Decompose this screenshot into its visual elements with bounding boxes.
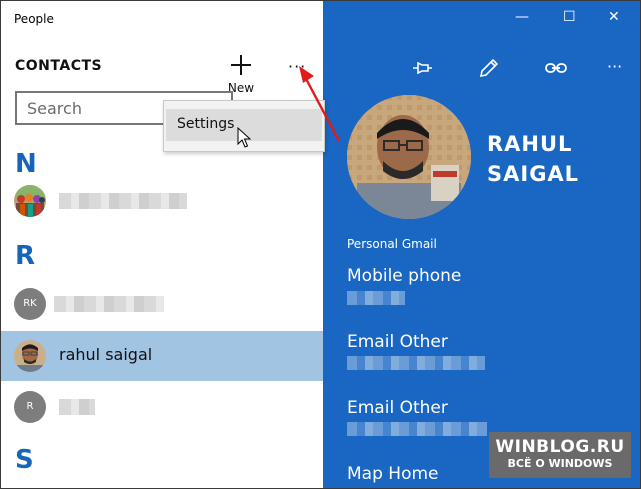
- contact-row[interactable]: R: [1, 382, 323, 432]
- pin-icon[interactable]: [410, 56, 434, 80]
- close-button[interactable]: ✕: [608, 9, 620, 25]
- maximize-button[interactable]: ☐: [563, 9, 576, 25]
- account-source: Personal Gmail: [347, 237, 437, 251]
- contact-avatar: R: [14, 391, 46, 423]
- profile-name: RAHUL SAIGAL: [487, 132, 580, 186]
- field-label-map-home: Map Home: [347, 464, 439, 484]
- more-actions-button[interactable]: ···: [607, 57, 622, 76]
- people-app-window: People CONTACTS New ··· N: [0, 0, 641, 489]
- contact-detail-pane: — ☐ ✕ ··· RAHUL SAIGAL Personal Gmail Mo…: [323, 1, 640, 488]
- group-letter-r[interactable]: R: [15, 241, 35, 271]
- contact-row[interactable]: RK: [1, 279, 323, 329]
- group-letter-s[interactable]: S: [15, 445, 34, 475]
- minimize-button[interactable]: —: [515, 9, 529, 25]
- edit-icon[interactable]: [477, 56, 501, 80]
- field-label-email-other: Email Other: [347, 332, 448, 352]
- redacted-contact-name: [59, 399, 95, 415]
- redacted-field-value[interactable]: [347, 291, 405, 305]
- contacts-pane: People CONTACTS New ··· N: [1, 1, 323, 488]
- redacted-contact-name: [59, 193, 187, 209]
- plus-icon: [231, 55, 251, 75]
- mouse-cursor-icon: [237, 127, 251, 148]
- contacts-header: CONTACTS: [15, 58, 103, 74]
- contact-name: rahul saigal: [59, 345, 153, 364]
- contact-avatar: [14, 340, 46, 372]
- contact-row-selected[interactable]: rahul saigal: [1, 331, 323, 381]
- field-label-email-other: Email Other: [347, 398, 448, 418]
- link-icon[interactable]: [544, 56, 568, 80]
- group-letter-n[interactable]: N: [15, 149, 37, 179]
- watermark: WINBLOG.RU ВСЁ О WINDOWS: [489, 432, 631, 478]
- app-title: People: [14, 12, 54, 26]
- redacted-contact-name: [54, 296, 164, 312]
- field-label-mobile-phone: Mobile phone: [347, 266, 462, 286]
- contact-avatar: [14, 185, 46, 217]
- contact-row[interactable]: [1, 176, 323, 226]
- redacted-field-value[interactable]: [347, 422, 487, 436]
- contact-avatar: RK: [14, 288, 46, 320]
- annotation-arrow-icon: [299, 66, 341, 142]
- redacted-field-value[interactable]: [347, 356, 485, 370]
- profile-photo: [347, 95, 471, 219]
